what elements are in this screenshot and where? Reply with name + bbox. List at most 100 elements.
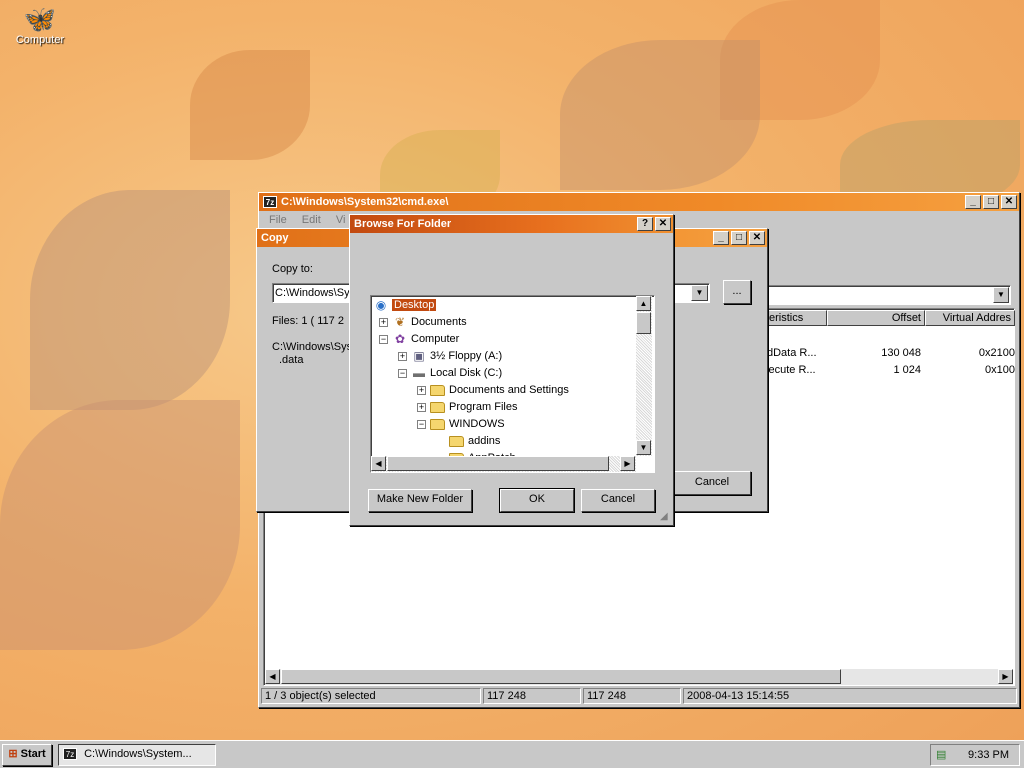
scroll-up-button[interactable]: ▲ — [636, 296, 651, 311]
tree-item-label: Program Files — [449, 401, 518, 413]
tree-item-computer[interactable]: − ✿ Computer — [379, 331, 459, 347]
taskbar-item-cmd[interactable]: 7z C:\Windows\System... — [58, 744, 216, 766]
desktop-icon-label: Computer — [15, 34, 65, 46]
folder-icon — [449, 435, 464, 447]
expand-toggle[interactable]: + — [417, 385, 426, 395]
source-path-line2: .data — [279, 354, 304, 366]
expand-toggle[interactable]: + — [379, 317, 388, 327]
taskbar-item-label: C:\Windows\System... — [84, 748, 192, 760]
row-virtual-address: 0x2100 — [978, 347, 1015, 359]
7zip-icon: 7z — [63, 748, 77, 760]
folder-icon — [430, 401, 445, 413]
files-info: Files: 1 ( 117 2 — [272, 315, 344, 327]
scroll-down-button[interactable]: ▼ — [636, 440, 651, 455]
desktop-icon-computer[interactable]: 🦋 Computer — [14, 4, 66, 46]
copy-to-dropdown-button[interactable]: ▼ — [691, 285, 708, 301]
leaf-decoration — [560, 40, 760, 190]
tree-item-label: WINDOWS — [449, 418, 505, 430]
leaf-decoration — [0, 400, 240, 650]
collapse-toggle[interactable]: − — [398, 368, 407, 378]
row-offset: 1 024 — [893, 364, 921, 376]
leaf-decoration — [30, 190, 230, 410]
address-combo[interactable] — [765, 285, 1011, 305]
desktop-icon: ◉ — [375, 298, 387, 312]
tree-item-documents-and-settings[interactable]: + Documents and Settings — [417, 382, 569, 398]
tree-item-documents[interactable]: + ❦ Documents — [379, 314, 467, 330]
network-icon[interactable]: ▤ — [936, 745, 946, 765]
tree-item-local-disk[interactable]: − ▬ Local Disk (C:) — [398, 365, 502, 381]
disk-icon: ▬ — [413, 366, 425, 380]
minimize-button[interactable]: _ — [965, 195, 981, 209]
cmd-window-titlebar[interactable]: 7z C:\Windows\System32\cmd.exe\ _ □ ✕ — [259, 193, 1019, 211]
collapse-toggle[interactable]: − — [417, 419, 426, 429]
tree-item-label: Documents and Settings — [449, 384, 569, 396]
scroll-right-button[interactable]: ▶ — [620, 456, 635, 471]
start-button[interactable]: ⊞ Start — [2, 744, 52, 766]
close-button[interactable]: ✕ — [749, 231, 765, 245]
scroll-thumb[interactable] — [281, 669, 841, 684]
tree-item-program-files[interactable]: + Program Files — [417, 399, 517, 415]
leaf-decoration — [190, 50, 310, 160]
close-button[interactable]: ✕ — [655, 217, 671, 231]
status-date: 2008-04-13 15:14:55 — [683, 688, 1017, 704]
folder-tree[interactable]: ◉ Desktop + ❦ Documents − ✿ Computer + ▣… — [370, 295, 655, 473]
folder-icon — [430, 418, 445, 430]
clock[interactable]: 9:33 PM — [968, 745, 1009, 765]
resize-grip[interactable]: ◢ — [660, 511, 668, 522]
maximize-button[interactable]: □ — [983, 195, 999, 209]
7zip-icon: 7z — [263, 196, 277, 208]
browse-dialog-title: Browse For Folder — [354, 218, 452, 230]
browse-dialog-titlebar[interactable]: Browse For Folder ? ✕ — [350, 215, 673, 233]
tree-item-floppy[interactable]: + ▣ 3½ Floppy (A:) — [398, 348, 502, 364]
source-path-line1: C:\Windows\Sys — [272, 341, 353, 353]
scroll-thumb[interactable] — [387, 456, 609, 471]
system-tray: ▤ 9:33 PM — [930, 744, 1020, 766]
tree-item-desktop[interactable]: ◉ Desktop — [373, 297, 437, 313]
row-characteristics[interactable]: dData R... — [767, 347, 817, 359]
start-label: Start — [20, 748, 46, 760]
tree-item-label: addins — [468, 435, 501, 447]
tree-item-windows[interactable]: − WINDOWS — [417, 416, 505, 432]
maximize-button[interactable]: □ — [731, 231, 747, 245]
scroll-left-button[interactable]: ◀ — [371, 456, 386, 471]
scroll-left-button[interactable]: ◀ — [265, 669, 280, 684]
help-button[interactable]: ? — [637, 217, 653, 231]
computer-icon: ✿ — [394, 332, 406, 346]
address-dropdown-button[interactable]: ▼ — [993, 287, 1009, 303]
menu-view[interactable]: Vi — [336, 214, 346, 226]
row-virtual-address: 0x100 — [985, 364, 1015, 376]
tree-item-addins[interactable]: addins — [449, 433, 500, 449]
scroll-right-button[interactable]: ▶ — [998, 669, 1013, 684]
tree-item-label: Computer — [411, 333, 460, 345]
documents-icon: ❦ — [394, 315, 406, 329]
floppy-icon: ▣ — [413, 349, 425, 363]
tree-item-label: Local Disk (C:) — [430, 367, 503, 379]
ok-button[interactable]: OK — [499, 488, 575, 513]
make-new-folder-button[interactable]: Make New Folder — [368, 489, 472, 512]
row-characteristics[interactable]: xecute R... — [763, 364, 816, 376]
minimize-button[interactable]: _ — [713, 231, 729, 245]
column-header-characteristics[interactable]: eristics — [765, 310, 827, 326]
collapse-toggle[interactable]: − — [379, 334, 388, 344]
copy-to-label: Copy to: — [272, 263, 313, 275]
cancel-button[interactable]: Cancel — [581, 489, 655, 512]
expand-toggle[interactable]: + — [398, 351, 407, 361]
tree-item-label: 3½ Floppy (A:) — [430, 350, 503, 362]
status-selected: 1 / 3 object(s) selected — [261, 688, 481, 704]
column-header-offset[interactable]: Offset — [827, 310, 925, 326]
column-header-virtual-address[interactable]: Virtual Addres — [925, 310, 1015, 326]
status-packed-size: 117 248 — [583, 688, 681, 704]
expand-toggle[interactable]: + — [417, 402, 426, 412]
close-button[interactable]: ✕ — [1001, 195, 1017, 209]
windows-logo-icon: ⊞ — [8, 748, 18, 760]
row-offset: 130 048 — [881, 347, 921, 359]
scroll-thumb[interactable] — [636, 312, 651, 334]
butterfly-icon: 🦋 — [23, 4, 57, 34]
menu-file[interactable]: File — [269, 214, 287, 226]
browse-button[interactable]: ... — [723, 280, 751, 304]
status-size: 117 248 — [483, 688, 581, 704]
menu-edit[interactable]: Edit — [302, 214, 321, 226]
tree-item-label: Documents — [411, 316, 467, 328]
browse-for-folder-dialog: Browse For Folder ? ✕ ◉ Desktop + ❦ Docu… — [349, 214, 674, 526]
copy-cancel-button[interactable]: Cancel — [673, 471, 751, 495]
